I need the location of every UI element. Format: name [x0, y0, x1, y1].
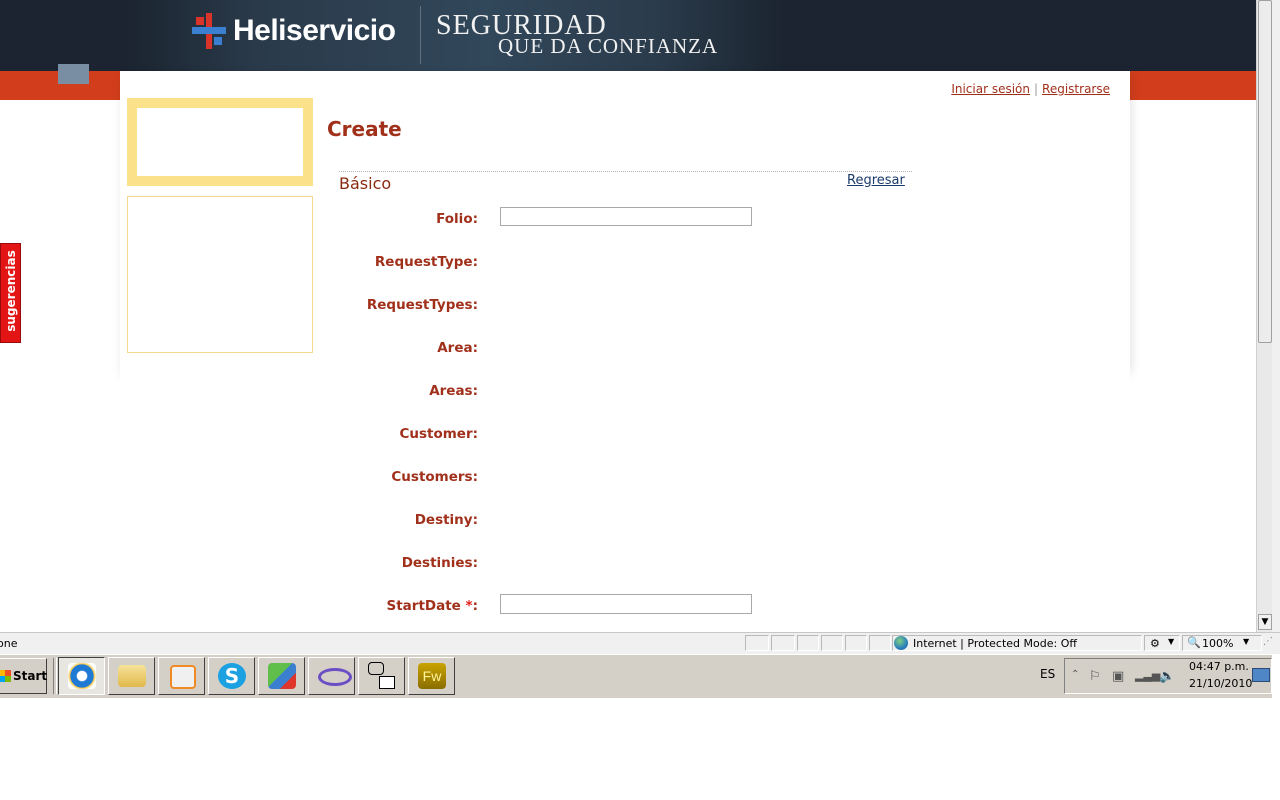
vertical-scrollbar[interactable]: ▼ [1256, 0, 1273, 632]
request-type-label: RequestType: [374, 254, 478, 270]
zoom-icon: 🔍 [1187, 636, 1201, 649]
clock-date[interactable]: 21/10/2010 [1189, 677, 1252, 690]
areas-label: Areas: [429, 383, 478, 399]
fireworks-icon: Fw [418, 663, 446, 689]
status-bar: one Internet | Protected Mode: Off ⚙ ▼ 🔍… [0, 632, 1280, 654]
area-label: Area: [437, 340, 478, 356]
start-button[interactable]: Start [0, 658, 47, 694]
login-bar: Iniciar sesión | Registrarse [951, 82, 1110, 96]
internet-explorer-icon [68, 663, 96, 689]
customer-label: Customer: [399, 426, 478, 442]
folio-input[interactable] [500, 207, 752, 226]
destiny-label: Destiny: [414, 512, 478, 528]
start-date-label-colon: : [472, 598, 478, 614]
login-separator: | [1034, 82, 1039, 96]
register-link[interactable]: Registrarse [1042, 82, 1110, 96]
internet-globe-icon [894, 636, 908, 650]
back-link[interactable]: Regresar [847, 173, 905, 188]
taskbar-skype[interactable]: S [208, 657, 255, 695]
network-icon[interactable]: ▂▃▅ [1135, 669, 1160, 682]
section-title: Básico [339, 174, 392, 193]
status-cell [745, 635, 769, 651]
taskbar-remote-desktop[interactable] [358, 657, 405, 695]
start-date-label: StartDate *: [328, 598, 479, 614]
logo-text: Heliservicio [233, 14, 396, 47]
start-label: Start [13, 669, 48, 683]
status-cell [869, 635, 891, 651]
window-icon [379, 676, 395, 689]
destinies-label: Destinies: [401, 555, 478, 571]
status-cell [845, 635, 867, 651]
browser-viewport: Heliservicio SEGURIDAD QUE DA CONFIANZA … [0, 0, 1256, 632]
sign-in-link[interactable]: Iniciar sesión [951, 82, 1030, 96]
banner-divider [420, 6, 421, 64]
taskbar-internet-explorer[interactable] [58, 657, 105, 695]
show-hidden-icons-icon[interactable]: ⌃ [1071, 669, 1079, 680]
start-date-label-text: StartDate [386, 598, 461, 614]
slogan-line-2: QUE DA CONFIANZA [498, 34, 719, 58]
media-player-icon [170, 665, 196, 689]
suggestions-tab-label: sugerencias [4, 250, 18, 332]
skype-icon: S [218, 663, 246, 689]
remote-desktop-icon [368, 662, 384, 675]
security-zone-text: Internet | Protected Mode: Off [913, 637, 1077, 650]
customers-label: Customers: [391, 469, 478, 485]
volume-icon[interactable]: 🔈 [1159, 669, 1175, 684]
start-date-input[interactable] [500, 594, 752, 614]
taskbar-messenger[interactable] [258, 657, 305, 695]
zoom-chevron-down-icon[interactable]: ▼ [1243, 637, 1249, 646]
sidebar-box-bottom [127, 196, 313, 353]
clock-time[interactable]: 04:47 p.m. [1189, 660, 1249, 673]
section-divider [339, 171, 912, 172]
status-cell [821, 635, 843, 651]
scrollbar-thumb[interactable] [1258, 0, 1272, 343]
window-edge [1272, 0, 1280, 632]
taskbar-media-player[interactable] [158, 657, 205, 695]
heliservicio-logo-icon [192, 13, 226, 49]
request-types-label: RequestTypes: [366, 297, 478, 313]
sidebar-box-top-inner [137, 108, 303, 176]
windows-flag-icon [0, 670, 11, 682]
taskbar: Start S Fw ES ⌃ ⚐ ▣ ▂▃▅ 🔈 [0, 654, 1272, 698]
folio-label: Folio: [436, 211, 478, 227]
action-center-flag-icon[interactable]: ⚐ [1089, 669, 1101, 684]
language-indicator[interactable]: ES [1040, 667, 1055, 681]
status-cell [797, 635, 819, 651]
lock-gear-icon: ⚙ [1150, 637, 1160, 650]
taskbar-fireworks[interactable]: Fw [408, 657, 455, 695]
chevron-down-icon: ▼ [1168, 637, 1175, 646]
taskbar-visual-studio[interactable] [308, 657, 355, 695]
page-title: Create [327, 117, 402, 141]
gray-tab [58, 64, 89, 84]
taskbar-explorer[interactable] [108, 657, 155, 695]
page-container-lower [120, 371, 1130, 632]
sidebar-box-top [127, 98, 313, 186]
device-icon[interactable]: ▣ [1112, 669, 1124, 684]
taskbar-separator [53, 658, 57, 694]
suggestions-tab[interactable]: sugerencias [0, 243, 21, 343]
folder-icon [118, 665, 146, 687]
status-cell [771, 635, 795, 651]
scroll-down-arrow-icon[interactable]: ▼ [1258, 614, 1272, 630]
messenger-icon [268, 663, 296, 689]
zoom-level: 100% [1202, 637, 1234, 650]
resize-grip-icon[interactable]: ⋰ [1263, 636, 1273, 647]
visual-studio-icon [318, 668, 352, 686]
status-text: one [0, 637, 18, 650]
required-mark: * [465, 598, 473, 614]
show-desktop-icon[interactable] [1252, 668, 1270, 682]
